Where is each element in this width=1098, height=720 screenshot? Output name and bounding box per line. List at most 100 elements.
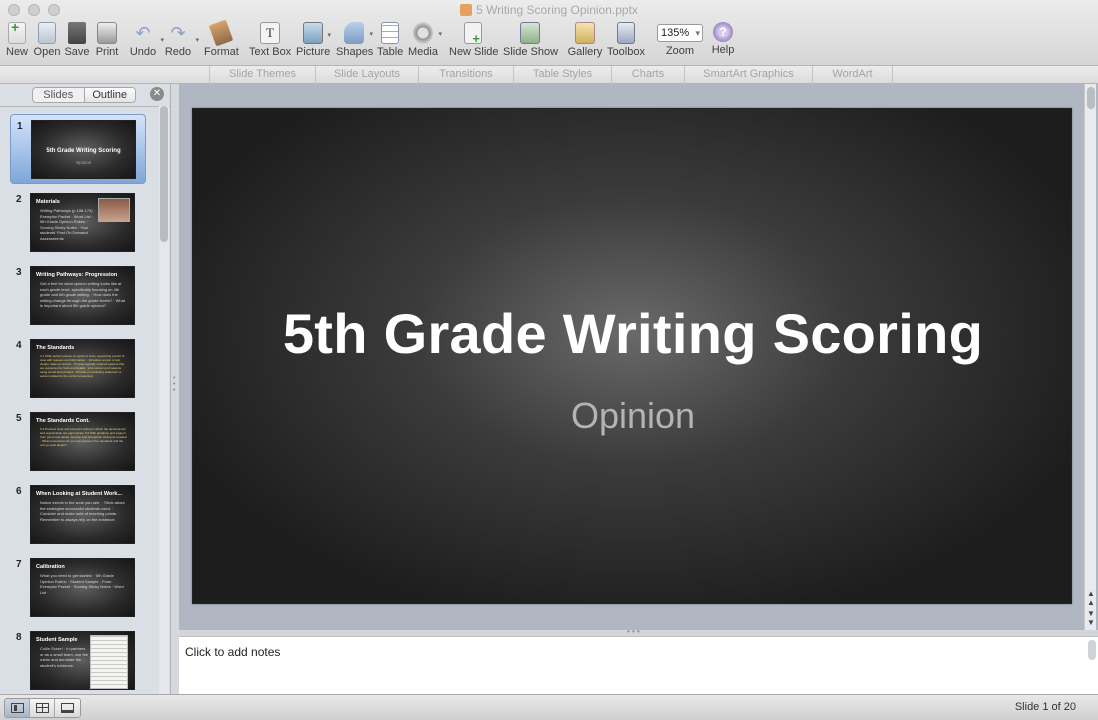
slide-subtitle[interactable]: Opinion [193,395,1071,437]
format-icon [208,19,234,47]
new-slide-icon [464,22,482,46]
save-button[interactable]: Save [64,22,90,58]
view-switcher [4,698,81,718]
textbox-button[interactable]: T Text Box [249,22,291,58]
slide-thumbnail[interactable]: 4 The Standards 4.1 Write opinion pieces… [10,334,146,400]
previous-slide-icon[interactable]: ▲ ▲ [1086,589,1096,607]
thumb-title: Calibration [36,564,65,570]
slide-number: 5 [16,413,22,424]
slide-sorter-view-button[interactable] [30,699,55,717]
toolbox-icon [617,22,635,44]
thumbnails-scrollbar[interactable] [159,106,169,694]
slide-preview: The Standards 4.1 Write opinion pieces o… [30,339,135,398]
slide-scrollbar[interactable]: ▲ ▲ ▼ ▼ [1084,84,1096,630]
picture-button[interactable]: ▾ Picture [296,22,331,58]
thumb-body: 5.4 Produce clear and coherent writing i… [40,427,128,447]
new-button[interactable]: New [6,19,28,58]
tab-wordart[interactable]: WordArt [813,66,893,84]
tab-slide-layouts[interactable]: Slide Layouts [316,66,419,84]
slide-number: 2 [16,194,22,205]
thumb-title: The Standards [36,345,75,351]
scrollbar-thumb[interactable] [1087,87,1095,109]
normal-view-icon [11,703,24,713]
slide-canvas[interactable]: 5th Grade Writing Scoring Opinion [192,108,1072,604]
presenter-icon [61,703,74,713]
normal-view-button[interactable] [5,699,30,717]
tab-slide-themes[interactable]: Slide Themes [209,66,316,84]
window-title-text: 5 Writing Scoring Opinion.pptx [476,3,638,17]
redo-button[interactable]: ↷ ▾ Redo [164,22,199,58]
slide-thumbnail[interactable]: 6 When Looking at Student Work... Notice… [10,480,146,546]
open-icon [38,22,56,44]
slide-preview: Materials Writing Pathways (p 158-173) ·… [30,193,135,252]
gallery-button[interactable]: Gallery [567,22,603,58]
slide-show-icon [520,22,540,44]
thumb-body: What you need to get started: · 5th Grad… [40,573,124,595]
slide-preview: Writing Pathways: Progression Get a feel… [30,266,135,325]
textbox-icon: T [260,22,280,44]
notes-pane[interactable]: Click to add notes [179,636,1098,694]
splitter-grip-icon: • • • [173,375,176,394]
shapes-button[interactable]: ▾ Shapes [336,22,373,58]
slide-sorter-icon [36,703,49,713]
window-chrome: 5 Writing Scoring Opinion.pptx New Open … [0,0,1098,66]
slide-thumbnail[interactable]: 1 5th Grade Writing Scoring Opinion [10,114,146,184]
zoom-control[interactable]: 135%Zoom [654,22,706,57]
new-slide-button[interactable]: New Slide [449,22,499,58]
slide-number: 8 [16,632,22,643]
tab-smartart-graphics[interactable]: SmartArt Graphics [685,66,813,84]
thumb-photo [98,198,130,222]
open-button[interactable]: Open [32,22,62,58]
tab-charts[interactable]: Charts [612,66,685,84]
tab-slides[interactable]: Slides [33,88,84,102]
slide-thumbnail[interactable]: 8 Student Sample Collin Score! · In part… [10,626,146,692]
gallery-icon [575,22,595,44]
slide-editor: 5th Grade Writing Scoring Opinion ▲ ▲ ▼ ▼ [179,84,1098,630]
print-button[interactable]: Print [94,22,120,58]
slide-preview: The Standards Cont. 5.4 Produce clear an… [30,412,135,471]
slide-preview: Student Sample Collin Score! · In partne… [30,631,135,690]
tab-outline[interactable]: Outline [83,88,135,102]
picture-icon: ▾ [303,22,331,44]
pane-view-switcher: Slides Outline [32,87,136,103]
new-icon [8,19,26,44]
slide-thumbnail[interactable]: 7 Calibration What you need to get start… [10,553,146,619]
thumb-student-paper [90,635,128,689]
tab-table-styles[interactable]: Table Styles [514,66,612,84]
undo-icon: ↶ ▾ [135,23,164,44]
tab-transitions[interactable]: Transitions [419,66,514,84]
slide-preview: When Looking at Student Work... Notice t… [30,485,135,544]
slide-show-button[interactable]: Slide Show [503,22,558,58]
undo-button[interactable]: ↶ ▾ Undo [129,22,164,58]
format-button[interactable]: Format [204,19,239,58]
close-pane-icon[interactable]: ✕ [150,87,164,101]
pane-splitter[interactable]: • • • [171,84,179,694]
media-icon: ▾ [413,22,442,44]
zoom-select[interactable]: 135% [657,24,703,42]
shapes-icon: ▾ [344,22,373,44]
scrollbar-thumb[interactable] [160,106,168,242]
slide-show-view-button[interactable] [55,699,80,717]
help-button[interactable]: ? Help [710,22,736,56]
slides-pane: Slides Outline ✕ 1 5th Grade Writing Sco… [0,84,171,694]
slide-number: 3 [16,267,22,278]
thumb-body: Writing Pathways (p 158-173) · Exemplar … [40,208,96,241]
pptx-document-icon [460,4,473,16]
toolbox-button[interactable]: Toolbox [606,22,646,58]
slide-title[interactable]: 5th Grade Writing Scoring [193,301,1071,366]
thumb-body: Collin Score! · In partners or as a smal… [40,646,89,668]
thumb-title: When Looking at Student Work... [36,491,123,497]
print-icon [97,22,117,44]
status-bar: Slide 1 of 20 [0,694,1098,720]
next-slide-icon[interactable]: ▼ ▼ [1086,609,1096,627]
slide-thumbnail[interactable]: 3 Writing Pathways: Progression Get a fe… [10,261,146,327]
redo-icon: ↷ ▾ [170,23,199,44]
slide-thumbnail[interactable]: 5 The Standards Cont. 5.4 Produce clear … [10,407,146,473]
table-icon [381,22,399,44]
notes-scrollbar[interactable] [1088,640,1096,660]
notes-placeholder[interactable]: Click to add notes [185,645,280,659]
media-button[interactable]: ▾ Media [408,22,442,58]
table-button[interactable]: Table [377,22,403,58]
slide-thumbnail[interactable]: 2 Materials Writing Pathways (p 158-173)… [10,188,146,254]
pane-divider [0,106,170,107]
